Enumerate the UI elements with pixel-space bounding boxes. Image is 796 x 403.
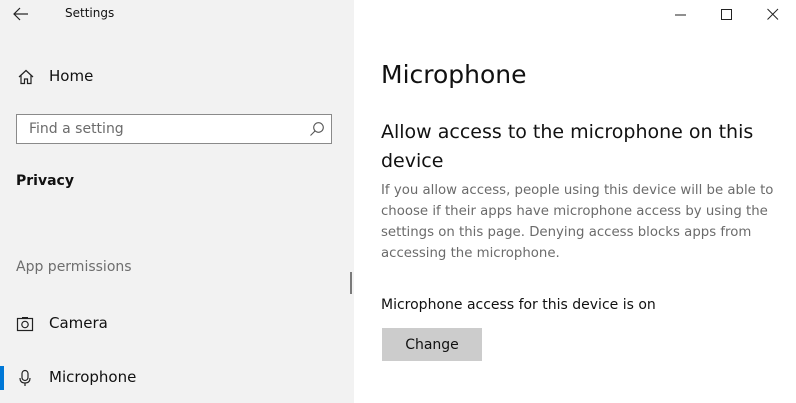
- camera-icon: [16, 317, 34, 332]
- search-box: [16, 114, 332, 144]
- change-button[interactable]: Change: [382, 328, 482, 361]
- microphone-icon: [19, 369, 31, 386]
- back-arrow-icon: [13, 7, 28, 21]
- maximize-button[interactable]: [704, 0, 750, 30]
- search-input[interactable]: [17, 115, 297, 143]
- section-heading: Allow access to the microphone on this d…: [381, 121, 754, 172]
- minimize-icon: [675, 14, 686, 16]
- search-icon[interactable]: [309, 121, 325, 137]
- sidebar-item-microphone[interactable]: Microphone: [0, 360, 354, 396]
- home-icon: [18, 69, 34, 85]
- maximize-icon: [721, 9, 732, 20]
- sidebar-scrollbar[interactable]: [350, 272, 352, 294]
- sidebar-item-label: Home: [49, 67, 94, 85]
- sidebar-item-label: Camera: [49, 314, 108, 332]
- sidebar-item-home[interactable]: Home: [0, 60, 354, 94]
- description-text: If you allow access, people using this d…: [381, 183, 774, 261]
- sidebar-item-camera[interactable]: Camera: [0, 306, 354, 342]
- back-button[interactable]: [12, 4, 34, 24]
- app-title: Settings: [65, 6, 115, 20]
- selection-indicator: [0, 366, 4, 390]
- minimize-button[interactable]: [658, 0, 704, 30]
- sidebar: Settings Home Privacy App permissions: [0, 0, 354, 403]
- close-icon: [767, 8, 779, 20]
- page-title: Microphone: [381, 60, 527, 89]
- close-button[interactable]: [750, 0, 796, 30]
- settings-window: Settings Home Privacy App permissions: [0, 0, 796, 403]
- access-status-text: Microphone access for this device is on: [381, 297, 656, 313]
- section-header-privacy: Privacy: [16, 173, 74, 189]
- section-header-app-permissions: App permissions: [16, 259, 132, 275]
- sidebar-item-label: Microphone: [49, 368, 137, 386]
